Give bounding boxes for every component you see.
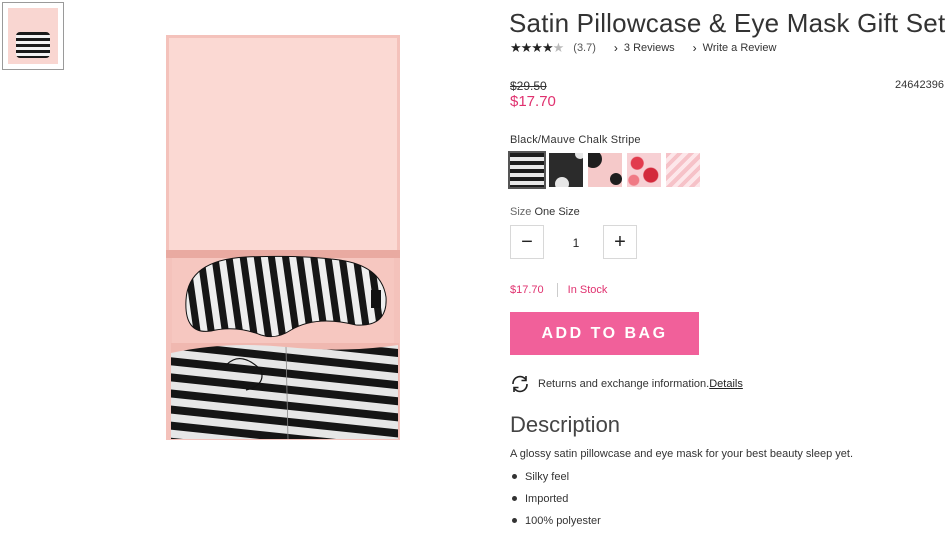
- swatch-black-dot[interactable]: [549, 153, 583, 187]
- product-thumbnail[interactable]: [2, 2, 64, 70]
- write-review-link[interactable]: Write a Review: [703, 42, 777, 54]
- refresh-icon: [512, 375, 528, 393]
- chevron-right-icon: ›: [692, 41, 697, 55]
- size-label: Size: [510, 206, 532, 218]
- swatch-red-floral[interactable]: [627, 153, 661, 187]
- sale-price: $17.70: [510, 93, 556, 110]
- quantity-increase-button[interactable]: +: [603, 225, 637, 259]
- selected-color-label: Black/Mauve Chalk Stripe: [510, 134, 641, 146]
- color-swatches: [508, 151, 700, 189]
- minus-icon: −: [521, 230, 533, 253]
- quantity-input[interactable]: [548, 225, 604, 261]
- size-row: Size One Size: [510, 206, 580, 218]
- swatch-pink-black-dot[interactable]: [588, 153, 622, 187]
- product-main-image: [166, 35, 400, 440]
- plus-icon: +: [614, 230, 626, 253]
- divider: [556, 283, 558, 297]
- description-text: A glossy satin pillowcase and eye mask f…: [510, 448, 854, 460]
- returns-details-link[interactable]: Details: [709, 378, 743, 390]
- returns-info: Returns and exchange information. Detail…: [510, 375, 743, 393]
- rating-value: (3.7): [573, 42, 596, 54]
- list-item: 100% polyester: [510, 514, 601, 536]
- reviews-link[interactable]: 3 Reviews: [624, 42, 675, 54]
- add-to-bag-button[interactable]: ADD TO BAG: [510, 312, 699, 355]
- rating-row: ★★★★★ (3.7) › 3 Reviews › Write a Review: [510, 40, 776, 56]
- thumbnail-image: [8, 8, 58, 64]
- original-price: $29.50: [510, 79, 547, 93]
- product-sku: 24642396: [895, 79, 944, 91]
- product-title: Satin Pillowcase & Eye Mask Gift Set: [509, 8, 946, 38]
- list-item: Imported: [510, 492, 601, 514]
- stock-status: In Stock: [567, 284, 608, 296]
- swatch-pink-stripe[interactable]: [666, 153, 700, 187]
- size-value: One Size: [534, 206, 580, 218]
- stock-price: $17.70: [510, 284, 544, 296]
- description-bullets: Silky feel Imported 100% polyester: [510, 470, 601, 536]
- swatch-black-mauve-stripe[interactable]: [508, 151, 546, 189]
- star-rating-icon: ★★★★★: [510, 40, 564, 55]
- list-item: Silky feel: [510, 470, 601, 492]
- stock-row: $17.70 In Stock: [510, 283, 607, 297]
- quantity-decrease-button[interactable]: −: [510, 225, 544, 259]
- description-heading: Description: [510, 412, 621, 437]
- chevron-right-icon: ›: [613, 41, 618, 55]
- returns-text: Returns and exchange information.: [538, 378, 710, 390]
